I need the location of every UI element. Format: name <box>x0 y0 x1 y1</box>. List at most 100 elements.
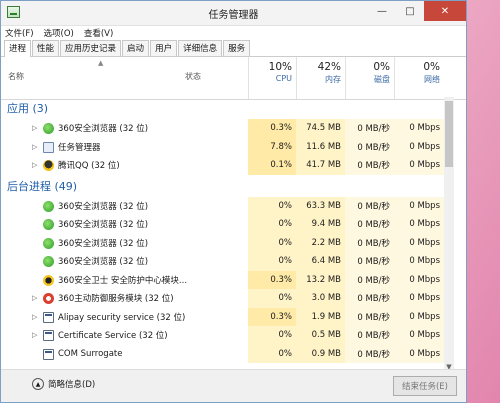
process-row[interactable]: ▷ Certificate Service (32 位) 0% 0.5 MB 0 MB/… <box>1 326 458 345</box>
browser-360-icon <box>43 219 54 230</box>
expand-arrow-icon[interactable]: ▷ <box>32 138 37 157</box>
network-value: 0 Mbps <box>394 119 444 138</box>
browser-360-icon <box>43 237 54 249</box>
network-value: 0 Mbps <box>394 307 444 326</box>
minimize-button[interactable]: — <box>368 1 396 21</box>
network-value: 0 Mbps <box>394 156 444 175</box>
process-list: 应用 (3) ▷ 360安全浏览器 (32 位) 0.3% 74.5 MB 0 MB/秒… <box>1 97 458 371</box>
process-name: 腾讯QQ (32 位) <box>58 161 120 172</box>
cpu-value: 0% <box>248 233 296 252</box>
cpu-value: 0% <box>248 326 296 345</box>
network-label: 网络 <box>424 75 440 84</box>
memory-value: 41.7 MB <box>296 156 345 175</box>
scrollbar-thumb[interactable] <box>445 101 453 167</box>
memory-value: 74.5 MB <box>296 119 345 138</box>
memory-value: 1.9 MB <box>296 307 345 326</box>
close-button[interactable]: ✕ <box>424 1 466 21</box>
maximize-button[interactable]: □ <box>396 1 424 21</box>
footer: ▲ 简略信息(D) 结束任务(E) <box>1 369 466 402</box>
browser-360-icon <box>43 200 54 212</box>
process-row[interactable]: ▷ 360安全浏览器 (32 位) 0.3% 74.5 MB 0 MB/秒 0 Mbps <box>1 119 458 138</box>
memory-value: 3.0 MB <box>296 289 345 308</box>
process-name: Alipay security service (32 位) <box>58 312 186 323</box>
column-disk[interactable]: 0% 磁盘 <box>345 57 394 99</box>
process-name: 360安全浏览器 (32 位) <box>58 238 149 249</box>
expand-arrow-icon[interactable]: ▷ <box>32 308 37 327</box>
tab-performance[interactable]: 性能 <box>32 40 60 56</box>
cpu-value: 0% <box>248 344 296 363</box>
process-row[interactable]: 360安全浏览器 (32 位) 0% 63.3 MB 0 MB/秒 0 Mbps <box>1 196 458 215</box>
vertical-scrollbar[interactable]: ▼ <box>444 97 454 371</box>
network-value: 0 Mbps <box>394 326 444 345</box>
menu-view[interactable]: 查看(V) <box>84 27 113 39</box>
memory-value: 9.4 MB <box>296 215 345 234</box>
cpu-value: 0% <box>248 289 296 308</box>
tab-app-history[interactable]: 应用历史记录 <box>60 40 122 56</box>
process-row[interactable]: ▷ Alipay security service (32 位) 0.3% 1.9 M… <box>1 307 458 327</box>
360-service-icon <box>43 293 54 304</box>
process-row[interactable]: 360安全浏览器 (32 位) 0% 2.2 MB 0 MB/秒 0 Mbps <box>1 233 458 252</box>
process-row[interactable]: ▷ 任务管理器 7.8% 11.6 MB 0 MB/秒 0 Mbps <box>1 137 458 157</box>
column-header: ▲ 名称 状态 10% CPU 42% 内存 0% 磁盘 0% 网络 <box>1 57 466 100</box>
expand-arrow-icon[interactable]: ▷ <box>32 119 37 138</box>
network-value: 0 Mbps <box>394 215 444 234</box>
fewer-details-label: 简略信息(D) <box>48 380 96 390</box>
memory-value: 0.5 MB <box>296 326 345 345</box>
process-name: 360安全卫士 安全防护中心模块... <box>58 275 188 286</box>
fewer-details-button[interactable]: ▲ 简略信息(D) <box>32 378 95 390</box>
network-value: 0 Mbps <box>394 344 444 363</box>
end-task-button[interactable]: 结束任务(E) <box>393 376 457 396</box>
column-status[interactable]: 状态 <box>185 71 201 82</box>
column-cpu[interactable]: 10% CPU <box>248 57 296 99</box>
cpu-value: 0.3% <box>248 307 296 326</box>
menu-options[interactable]: 选项(O) <box>44 27 74 39</box>
menu-bar: 文件(F) 选项(O) 查看(V) <box>1 26 466 40</box>
service-icon <box>43 348 54 360</box>
cpu-value: 7.8% <box>248 137 296 156</box>
process-row[interactable]: COM Surrogate 0% 0.9 MB 0 MB/秒 0 Mbps <box>1 344 458 363</box>
menu-file[interactable]: 文件(F) <box>5 27 34 39</box>
tab-details[interactable]: 详细信息 <box>178 40 223 56</box>
column-memory[interactable]: 42% 内存 <box>296 57 345 99</box>
process-name: 360安全浏览器 (32 位) <box>58 220 149 231</box>
disk-value: 0 MB/秒 <box>345 196 394 215</box>
process-name: 360安全浏览器 (32 位) <box>58 201 149 212</box>
expand-arrow-icon[interactable]: ▷ <box>32 326 37 345</box>
process-name: 360安全浏览器 (32 位) <box>58 257 149 268</box>
column-network[interactable]: 0% 网络 <box>394 57 444 99</box>
tab-services[interactable]: 服务 <box>223 40 251 56</box>
tab-users[interactable]: 用户 <box>150 40 178 56</box>
process-row[interactable]: 360安全浏览器 (32 位) 0% 9.4 MB 0 MB/秒 0 Mbps <box>1 215 458 234</box>
tab-processes[interactable]: 进程 <box>4 40 32 57</box>
cpu-value: 0% <box>248 252 296 271</box>
group-background: 后台进程 (49) <box>7 179 78 193</box>
disk-value: 0 MB/秒 <box>345 270 394 289</box>
process-row[interactable]: ▷ 360主动防御服务模块 (32 位) 0% 3.0 MB 0 MB/秒 0 Mbps <box>1 289 458 308</box>
memory-total: 42% <box>317 61 341 73</box>
process-name: 360安全浏览器 (32 位) <box>58 124 149 135</box>
cpu-value: 0.3% <box>248 270 296 289</box>
process-row[interactable]: 360安全卫士 安全防护中心模块... 0.3% 13.2 MB 0 MB/秒 0 Mb… <box>1 270 458 289</box>
tab-strip: 进程 性能 应用历史记录 启动 用户 详细信息 服务 <box>1 40 466 57</box>
process-row[interactable]: ▷ 腾讯QQ (32 位) 0.1% 41.7 MB 0 MB/秒 0 Mbps <box>1 156 458 175</box>
process-name: 任务管理器 <box>58 142 101 153</box>
tab-startup[interactable]: 启动 <box>122 40 150 56</box>
cpu-value: 0.3% <box>248 119 296 138</box>
sort-up-icon: ▲ <box>98 59 104 67</box>
network-value: 0 Mbps <box>394 252 444 271</box>
process-row[interactable]: 360安全浏览器 (32 位) 0% 6.4 MB 0 MB/秒 0 Mbps <box>1 252 458 271</box>
expand-arrow-icon[interactable]: ▷ <box>32 156 37 175</box>
cpu-label: CPU <box>275 74 292 83</box>
disk-value: 0 MB/秒 <box>345 289 394 308</box>
disk-value: 0 MB/秒 <box>345 119 394 138</box>
group-apps: 应用 (3) <box>7 102 49 115</box>
chevron-up-icon: ▲ <box>32 378 44 390</box>
expand-arrow-icon[interactable]: ▷ <box>32 289 37 308</box>
title-bar[interactable]: 任务管理器 — □ ✕ <box>1 1 466 26</box>
cpu-value: 0% <box>248 215 296 234</box>
service-icon <box>43 330 54 341</box>
network-total: 0% <box>423 61 440 73</box>
network-value: 0 Mbps <box>394 233 444 252</box>
network-value: 0 Mbps <box>394 196 444 215</box>
column-name[interactable]: 名称 <box>8 71 24 82</box>
